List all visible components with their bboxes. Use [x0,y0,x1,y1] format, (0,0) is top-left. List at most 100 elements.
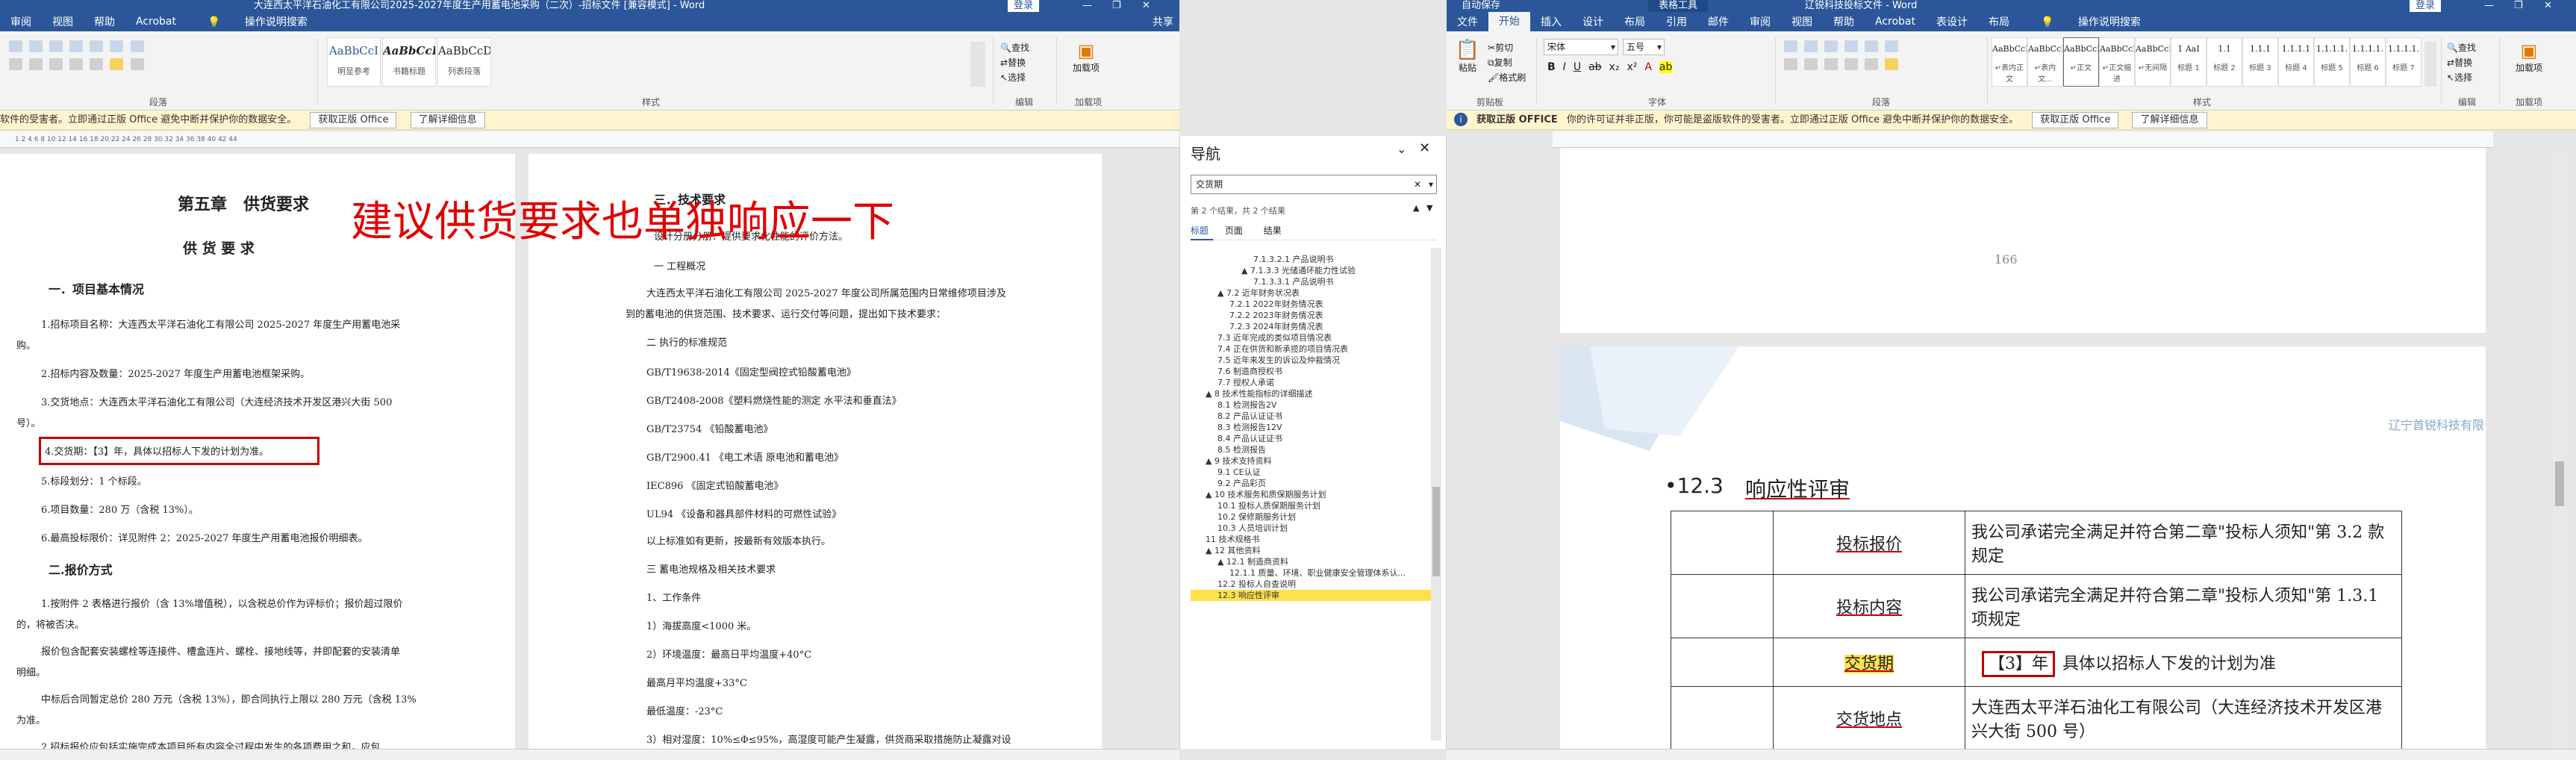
align-center-icon[interactable] [1804,58,1818,70]
nav-heading-item[interactable]: ▲ 12.1 制造商资料 [1191,556,1431,567]
right-style-option[interactable]: 1.1 标题 2 [2207,37,2242,87]
left-tab-acrobat[interactable]: Acrobat [125,16,187,28]
right-style-option[interactable]: 1.1.1.1. 标题 5 [2314,37,2350,87]
table-cell-content[interactable]: 【3】年 具体以招标人下发的计划为准 [1965,638,2402,687]
nav-heading-item[interactable]: 7.3 近年完成的类似项目情况表 [1191,332,1431,343]
nav-tab-pages[interactable]: 页面 [1216,225,1252,236]
nav-search-input[interactable]: 交货期 ✕ ▾ [1191,175,1437,194]
numbering-icon[interactable] [29,40,43,52]
multilevel-icon[interactable] [49,40,63,52]
borders-icon[interactable] [130,58,144,70]
table-cell-label[interactable]: 投标报价 [1773,511,1965,575]
justify-icon[interactable] [69,58,84,70]
nav-scrollbar[interactable] [1431,248,1441,741]
shading-icon[interactable] [110,58,124,70]
right-tell-me[interactable]: 💡 操作说明搜索 [2020,14,2162,29]
increase-indent-icon[interactable] [90,40,104,52]
decrease-indent-icon[interactable] [1844,40,1859,52]
nav-heading-item[interactable]: ▲ 10 技术服务和质保期服务计划 [1191,489,1431,500]
bullets-icon[interactable] [1784,40,1797,52]
nav-heading-item[interactable]: 7.7 授权人承诺 [1191,377,1431,388]
nav-heading-item[interactable]: 8.4 产品认证证书 [1191,433,1431,444]
strikethrough-icon[interactable]: ab [1588,61,1601,73]
nav-heading-item[interactable]: ▲ 8 技术性能指标的详细描述 [1191,388,1431,399]
right-style-option[interactable]: 1.1.1.1. 标题 7 [2386,37,2421,87]
right-scrollbar-thumb[interactable] [2555,461,2564,506]
nav-heading-item[interactable]: ▲ 9 技术支持资料 [1191,455,1431,467]
right-tab-design[interactable]: 设计 [1572,14,1614,29]
underline-icon[interactable]: U [1574,61,1581,73]
left-ruler[interactable]: 1 2 4 6 8 10 12 14 16 18 20 22 24 26 28 … [0,131,1179,148]
nav-tab-results[interactable]: 结果 [1255,225,1291,236]
left-minimize-icon[interactable]: — [1082,0,1092,12]
nav-heading-item[interactable]: 8.3 检测报告12V [1191,422,1431,433]
sort-icon[interactable] [1885,40,1899,52]
table-cell-empty[interactable] [1671,686,1774,749]
left-replace-button[interactable]: ⇄替换 [1000,55,1029,70]
left-style-list-paragraph[interactable]: AaBbCcDd 列表段落 [437,37,491,87]
right-tab-table-layout[interactable]: 布局 [1978,14,2020,29]
right-ruler[interactable] [1553,131,2493,148]
left-addin-button[interactable]: ▣ 加载项 [1067,40,1105,74]
font-color-icon[interactable]: A [1644,61,1652,73]
right-close-icon[interactable]: ✕ [2544,0,2552,12]
decrease-indent-icon[interactable] [69,40,84,52]
left-tab-view[interactable]: 视图 [42,14,84,29]
nav-heading-item[interactable]: 7.2.3 2024年财务情况表 [1191,321,1431,332]
right-style-option[interactable]: 1.1.1.1. 标题 6 [2350,37,2386,87]
right-style-option[interactable]: 1.1.1.1 标题 4 [2278,37,2314,87]
right-style-option[interactable]: 1 AaI 标题 1 [2171,37,2207,87]
increase-indent-icon[interactable] [1865,40,1879,52]
table-cell-label[interactable]: 交货地点 [1773,686,1965,749]
nav-heading-item[interactable]: 8.2 产品认证证书 [1191,411,1431,422]
left-find-button[interactable]: 🔍查找 [1000,40,1029,55]
right-style-option[interactable]: AaBbCcDd ↵正文缩进 [2099,37,2135,87]
nav-heading-item[interactable]: ▲ 12 其他资料 [1191,545,1431,556]
table-cell-content[interactable]: 大连西太平洋石油化工有限公司（大连经济技术开发区港兴大街 500 号） [1965,686,2402,749]
bold-icon[interactable]: B [1547,61,1556,73]
font-size-select[interactable]: 五号 ▾ [1623,39,1665,55]
nav-heading-item[interactable]: ▲ 7.1.3.3 光储通环能力性试验 [1191,265,1431,276]
right-style-option[interactable]: AaBbCcDd ↵表内正文 [1992,37,2027,87]
nav-heading-item[interactable]: 7.1.3.3.1 产品说明书 [1191,276,1431,287]
nav-prev-result-icon[interactable]: ▲ [1413,203,1419,213]
table-cell-content[interactable]: 我公司承诺完全满足并符合第二章"投标人须知"第 1.3.1 项规定 [1965,574,2402,638]
right-tab-references[interactable]: 引用 [1656,14,1697,29]
numbering-icon[interactable] [1804,40,1818,52]
right-tab-layout[interactable]: 布局 [1614,14,1656,29]
nav-heading-item[interactable]: 7.1.3.2.1 产品说明书 [1191,254,1431,265]
align-right-icon[interactable] [49,58,63,70]
table-cell-empty[interactable] [1671,638,1774,687]
align-right-icon[interactable] [1824,58,1839,70]
nav-heading-item[interactable]: 10.2 保修期服务计划 [1191,511,1431,523]
nav-heading-item[interactable]: 7.2.1 2022年财务情况表 [1191,299,1431,310]
left-share-button[interactable]: 共享 [1142,14,1179,29]
nav-heading-item[interactable]: 8.1 检测报告2V [1191,399,1431,411]
nav-heading-item[interactable]: 7.2.2 2023年财务情况表 [1191,310,1431,321]
left-styles-more-button[interactable] [970,42,985,87]
search-dropdown-icon[interactable]: ▾ [1429,175,1433,193]
table-cell-label[interactable]: 投标内容 [1773,574,1965,638]
right-style-option[interactable]: 1.1.1 标题 3 [2242,37,2278,87]
left-restore-icon[interactable]: ❐ [1112,0,1121,12]
right-select-button[interactable]: ↖选择 [2447,70,2476,85]
right-tab-review[interactable]: 审阅 [1739,14,1781,29]
nav-options-icon[interactable]: ⌄ [1397,142,1406,156]
right-tab-help[interactable]: 帮助 [1823,14,1865,29]
paste-button[interactable]: 📋 粘贴 [1453,39,1482,74]
align-center-icon[interactable] [29,58,43,70]
nav-heading-item[interactable]: 12.1.1 质量、环境、职业健康安全管理体系认... [1191,567,1431,579]
right-tab-table-design[interactable]: 表设计 [1926,14,1978,29]
table-cell-empty[interactable] [1671,511,1774,575]
right-replace-button[interactable]: ⇄替换 [2447,55,2476,70]
italic-icon[interactable]: I [1563,61,1566,73]
right-style-option[interactable]: AaBbCcDd ↵正文 [2063,37,2099,87]
nav-heading-item[interactable]: 7.4 正在供货和新承揽的项目情况表 [1191,343,1431,355]
line-spacing-icon[interactable] [90,58,104,70]
nav-heading-item[interactable]: 12.2 投标人自查说明 [1191,579,1431,590]
right-tab-mailings[interactable]: 邮件 [1697,14,1739,29]
superscript-icon[interactable]: x² [1627,61,1637,73]
cut-button[interactable]: ✂剪切 [1488,40,1526,55]
nav-heading-item[interactable]: 7.6 制造商授权书 [1191,366,1431,377]
right-sign-in-button[interactable]: 登录 [2410,0,2442,12]
